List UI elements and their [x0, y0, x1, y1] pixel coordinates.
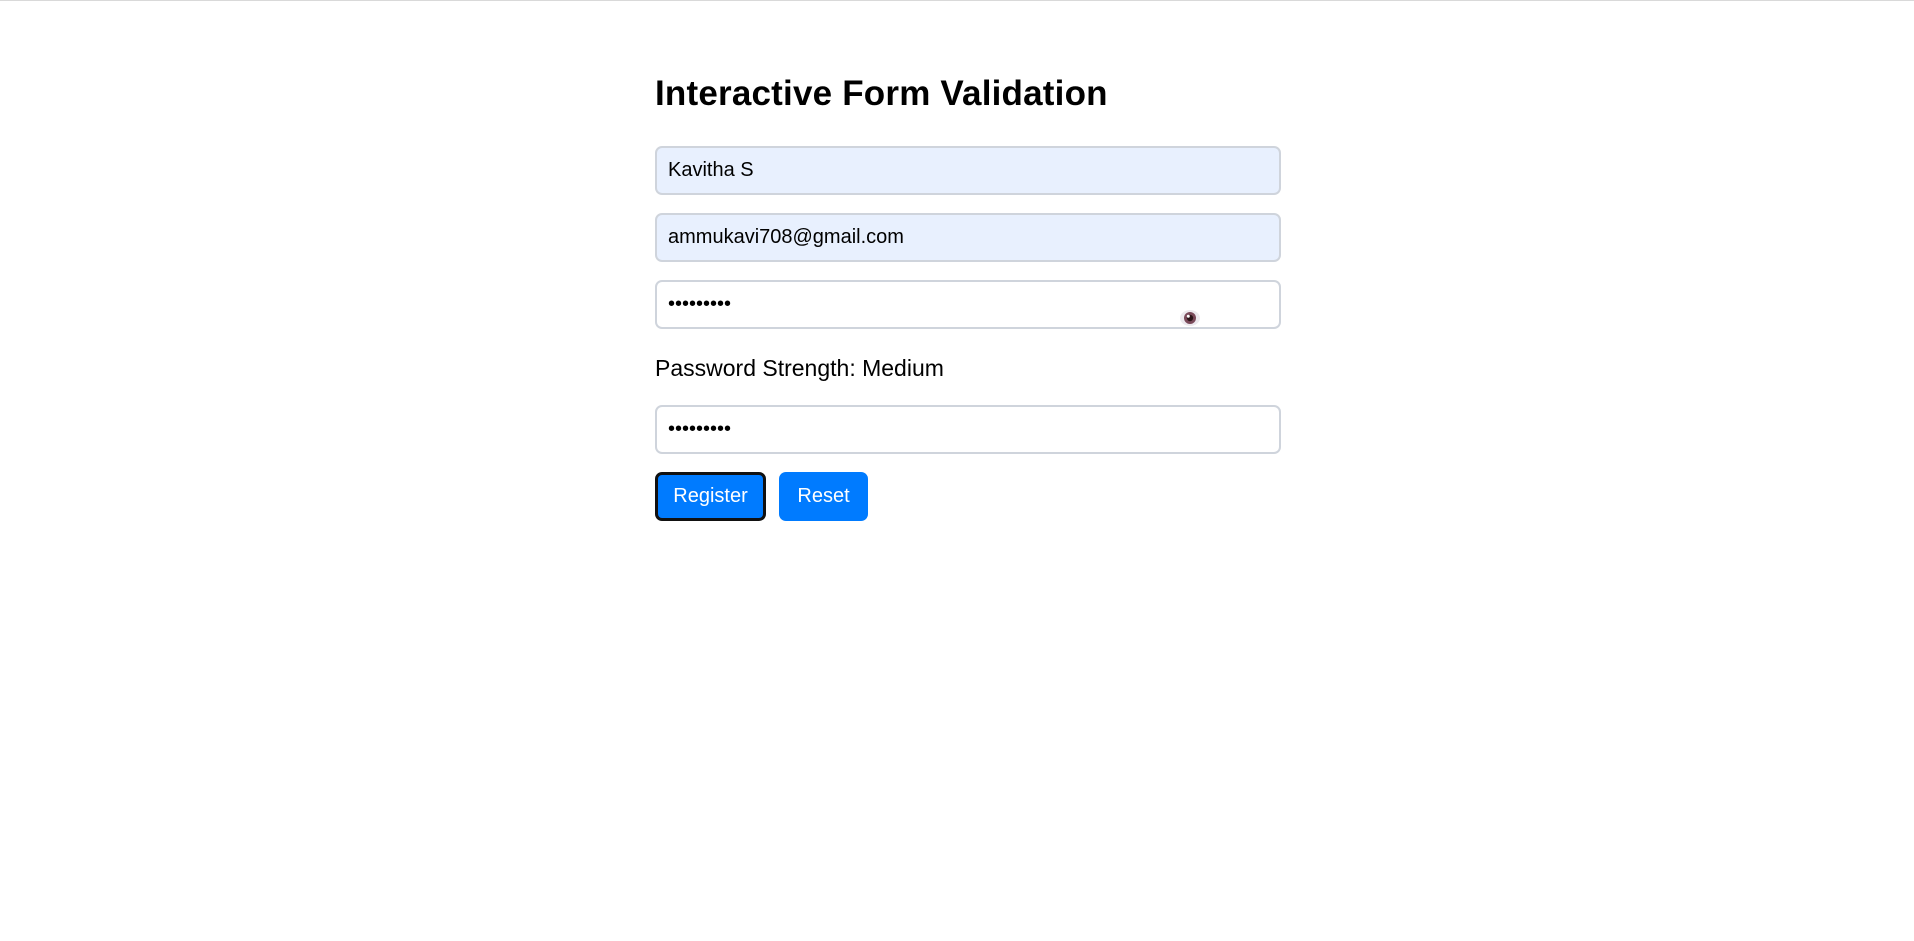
form-actions: Register Reset — [655, 472, 1281, 521]
page-top-border — [0, 0, 1914, 1]
confirm-password-input[interactable] — [657, 407, 1279, 452]
eye-icon[interactable] — [1179, 309, 1201, 327]
reset-button[interactable]: Reset — [779, 472, 868, 521]
confirm-password-field[interactable] — [655, 405, 1281, 454]
email-input[interactable] — [657, 215, 1279, 260]
email-field[interactable] — [655, 213, 1281, 262]
password-field[interactable] — [655, 280, 1281, 329]
page-title: Interactive Form Validation — [655, 74, 1108, 113]
password-strength-text: Password Strength: Medium — [655, 355, 944, 381]
name-input[interactable] — [657, 148, 1279, 193]
registration-form: Interactive Form Validation Password Str… — [655, 70, 1281, 521]
register-button[interactable]: Register — [655, 472, 766, 521]
name-field[interactable] — [655, 146, 1281, 195]
